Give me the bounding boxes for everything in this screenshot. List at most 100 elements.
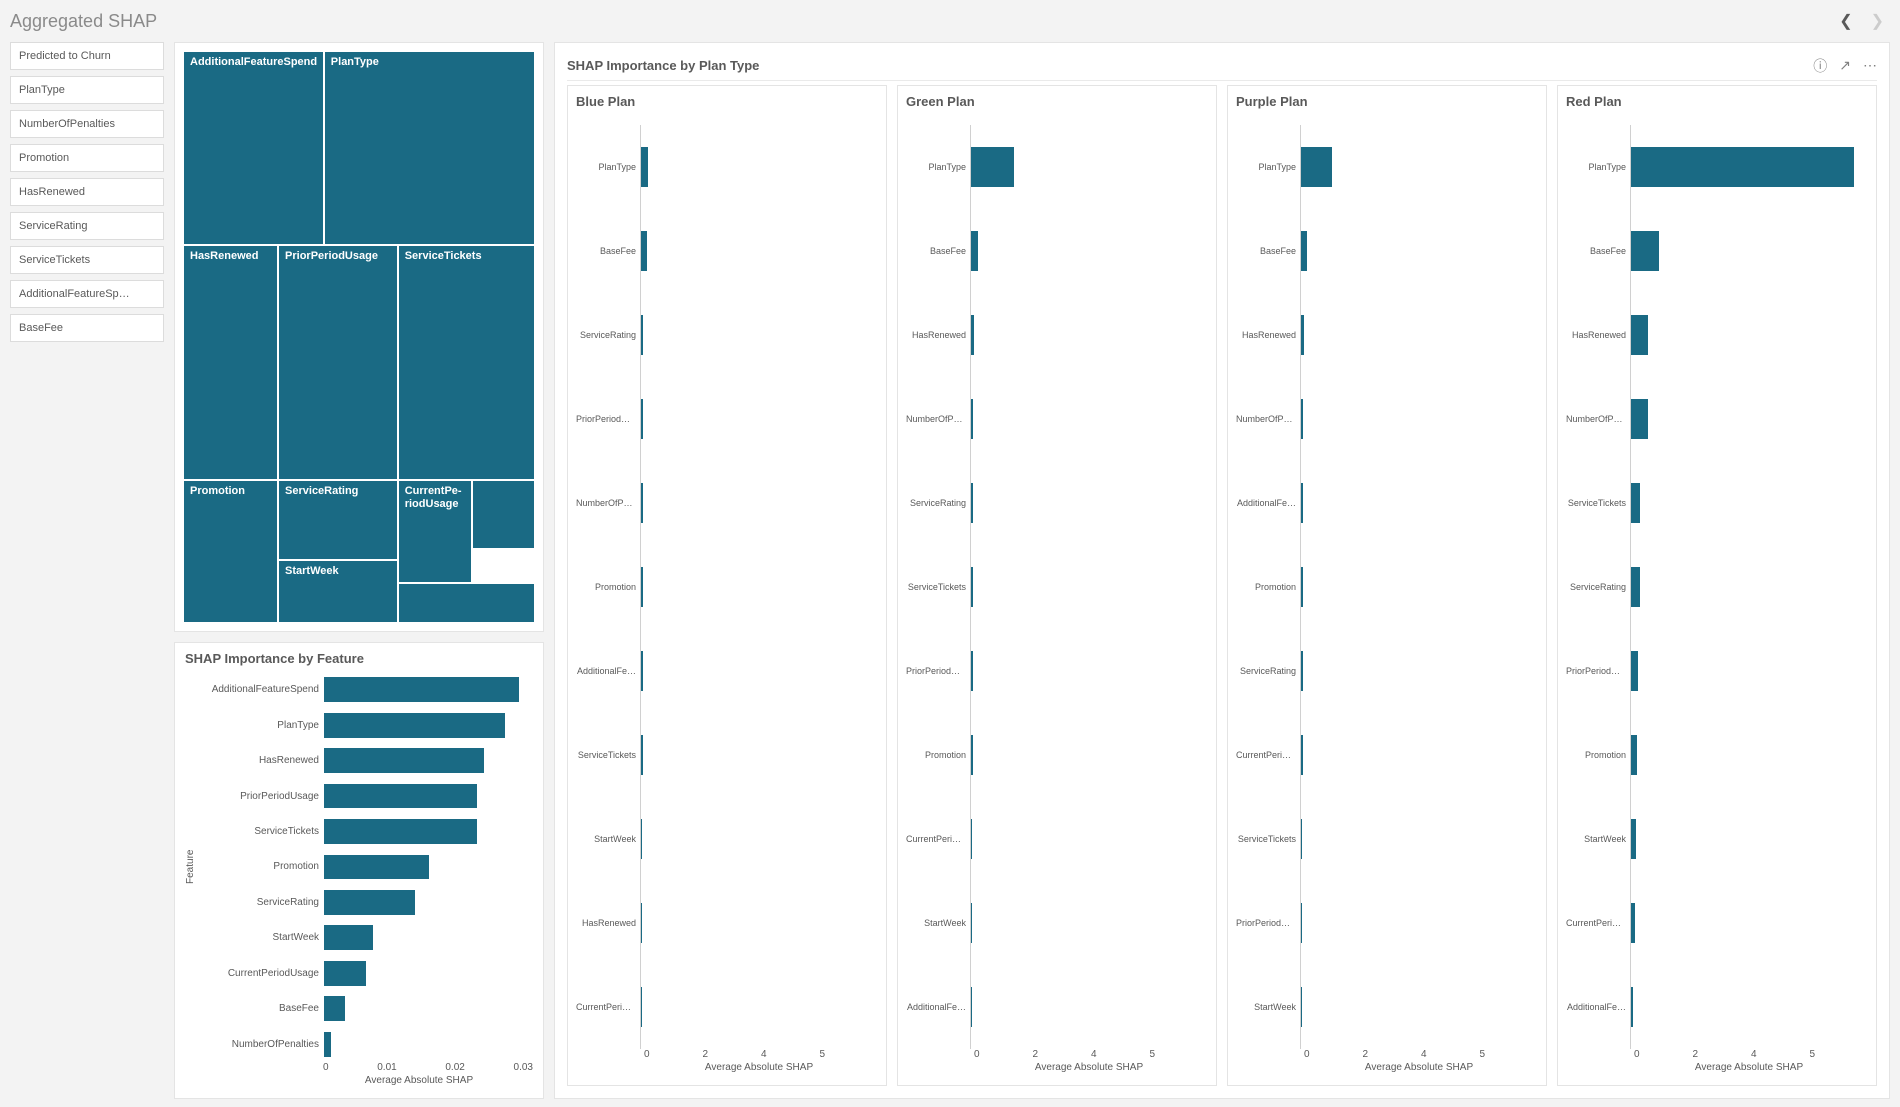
plan-bar-row[interactable]: BaseFee: [1236, 209, 1538, 293]
plan-bar-row[interactable]: StartWeek: [576, 797, 878, 881]
plan-bar-row[interactable]: PriorPeriodU…: [1236, 881, 1538, 965]
plan-bar-row[interactable]: ServiceRating: [1566, 545, 1868, 629]
plan-bar-row[interactable]: ServiceRating: [576, 293, 878, 377]
plan-bar-row[interactable]: BaseFee: [906, 209, 1208, 293]
feature-bar-row[interactable]: ServiceTickets: [203, 814, 533, 849]
filter-pill[interactable]: HasRenewed: [10, 178, 164, 206]
feature-bar: [324, 855, 429, 880]
info-icon[interactable]: ⓘ: [1813, 56, 1827, 76]
filter-pill[interactable]: NumberOfPenalties: [10, 110, 164, 138]
plan-bar-row[interactable]: StartWeek: [1566, 797, 1868, 881]
axis-tick: 5: [1810, 1049, 1869, 1060]
plan-bar-row[interactable]: PriorPeriodU…: [576, 377, 878, 461]
plan-bar-row[interactable]: NumberOfPe…: [1236, 377, 1538, 461]
plan-bar-row[interactable]: Promotion: [1566, 713, 1868, 797]
plan-bar-row[interactable]: Promotion: [1236, 545, 1538, 629]
plan-bar-row[interactable]: NumberOfPe…: [906, 377, 1208, 461]
feature-bar-row[interactable]: AdditionalFeatureSpend: [203, 672, 533, 707]
axis-tick: 0.01: [377, 1062, 396, 1073]
filter-pill[interactable]: Promotion: [10, 144, 164, 172]
plan-bar-row[interactable]: NumberOfPe…: [576, 461, 878, 545]
plan-bar-row[interactable]: BaseFee: [576, 209, 878, 293]
plan-bar-row[interactable]: PriorPeriodU…: [906, 629, 1208, 713]
plan-bar-row[interactable]: Promotion: [576, 545, 878, 629]
filter-pill[interactable]: ServiceTickets: [10, 246, 164, 274]
plan-bar-row[interactable]: HasRenewed: [906, 293, 1208, 377]
plan-bar-row[interactable]: HasRenewed: [1236, 293, 1538, 377]
plan-bar-row[interactable]: PlanType: [1236, 125, 1538, 209]
plan-bar-label: Promotion: [1566, 750, 1630, 760]
plan-bar-row[interactable]: ServiceTickets: [576, 713, 878, 797]
plan-bar-row[interactable]: ServiceRating: [906, 461, 1208, 545]
axis-tick: 4: [1421, 1049, 1480, 1060]
plan-bar-row[interactable]: NumberOfPe…: [1566, 377, 1868, 461]
treemap[interactable]: AdditionalFeatureSpendPlanType HasRenewed…: [183, 51, 535, 623]
plan-bar-row[interactable]: CurrentPerio…: [1566, 881, 1868, 965]
plan-bar-row[interactable]: ServiceTickets: [906, 545, 1208, 629]
plan-bar-label: HasRenewed: [1566, 330, 1630, 340]
plan-bar-row[interactable]: PriorPeriodU…: [1566, 629, 1868, 713]
plan-bar-row[interactable]: AdditionalFe…: [576, 629, 878, 713]
treemap-cell[interactable]: [472, 480, 535, 549]
plan-bar-row[interactable]: PlanType: [576, 125, 878, 209]
filter-pill[interactable]: AdditionalFeatureSp…: [10, 280, 164, 308]
plan-bar-row[interactable]: CurrentPerio…: [906, 797, 1208, 881]
treemap-cell[interactable]: AdditionalFeatureSpend: [183, 51, 324, 245]
plan-bar-label: NumberOfPe…: [576, 498, 640, 508]
plan-bar-label: PlanType: [906, 162, 970, 172]
treemap-cell[interactable]: ServiceTickets: [398, 245, 535, 480]
feature-bar-row[interactable]: Promotion: [203, 849, 533, 884]
treemap-cell[interactable]: ServiceRating: [278, 480, 398, 560]
plan-bar: [641, 483, 643, 523]
filter-pill[interactable]: BaseFee: [10, 314, 164, 342]
plan-bar-label: Promotion: [1236, 582, 1300, 592]
expand-icon[interactable]: ↗: [1839, 57, 1851, 74]
treemap-cell[interactable]: StartWeek: [278, 560, 398, 623]
plan-bar-row[interactable]: StartWeek: [1236, 965, 1538, 1049]
feature-bar-row[interactable]: StartWeek: [203, 920, 533, 955]
feature-bar-row[interactable]: PlanType: [203, 707, 533, 742]
plan-bar-row[interactable]: ServiceTickets: [1236, 797, 1538, 881]
treemap-cell[interactable]: PlanType: [324, 51, 535, 245]
plan-bar-row[interactable]: ServiceTickets: [1566, 461, 1868, 545]
plan-bar-row[interactable]: CurrentPerio…: [576, 965, 878, 1049]
plan-bar-row[interactable]: BaseFee: [1566, 209, 1868, 293]
plan-bar: [641, 735, 643, 775]
plan-bar-row[interactable]: PlanType: [906, 125, 1208, 209]
plan-bar-row[interactable]: StartWeek: [906, 881, 1208, 965]
filter-pill[interactable]: PlanType: [10, 76, 164, 104]
plan-bar-label: PriorPeriodU…: [576, 414, 640, 424]
plan-bar-row[interactable]: ServiceRating: [1236, 629, 1538, 713]
feature-bar-row[interactable]: CurrentPeriodUsage: [203, 956, 533, 991]
feature-bar-row[interactable]: BaseFee: [203, 991, 533, 1026]
plan-bar-row[interactable]: CurrentPerio…: [1236, 713, 1538, 797]
filter-pill[interactable]: ServiceRating: [10, 212, 164, 240]
feature-bar-row[interactable]: ServiceRating: [203, 885, 533, 920]
feature-bar-row[interactable]: NumberOfPenalties: [203, 1027, 533, 1062]
treemap-cell[interactable]: [398, 583, 535, 623]
plan-bar-row[interactable]: AdditionalFe…: [1566, 965, 1868, 1049]
feature-bar-row[interactable]: HasRenewed: [203, 743, 533, 778]
plan-bar-row[interactable]: AdditionalFe…: [1236, 461, 1538, 545]
axis-tick: 2: [1693, 1049, 1752, 1060]
feature-bar-chart[interactable]: Feature AdditionalFeatureSpendPlanTypeHa…: [185, 672, 533, 1086]
treemap-cell[interactable]: Promotion: [183, 480, 278, 623]
plan-bar-row[interactable]: PlanType: [1566, 125, 1868, 209]
plan-bar: [1631, 147, 1854, 187]
plan-bar: [971, 483, 973, 523]
treemap-cell[interactable]: HasRenewed: [183, 245, 278, 480]
treemap-cell[interactable]: CurrentPe-riodUsage: [398, 480, 472, 583]
axis-tick: 0: [1304, 1049, 1363, 1060]
nav-back-button[interactable]: ❮: [1833, 9, 1858, 33]
filter-pill[interactable]: Predicted to Churn: [10, 42, 164, 70]
plan-bar-row[interactable]: AdditionalFe…: [906, 965, 1208, 1049]
plan-bar: [971, 399, 973, 439]
feature-bar-row[interactable]: PriorPeriodUsage: [203, 778, 533, 813]
plan-bar-row[interactable]: HasRenewed: [1566, 293, 1868, 377]
more-icon[interactable]: ⋯: [1863, 57, 1877, 74]
nav-forward-button[interactable]: ❯: [1865, 9, 1890, 33]
plan-bar-row[interactable]: HasRenewed: [576, 881, 878, 965]
plan-bar-row[interactable]: Promotion: [906, 713, 1208, 797]
feature-shap-card: SHAP Importance by Feature Feature Addit…: [174, 642, 544, 1099]
treemap-cell[interactable]: PriorPeriodUsage: [278, 245, 398, 480]
